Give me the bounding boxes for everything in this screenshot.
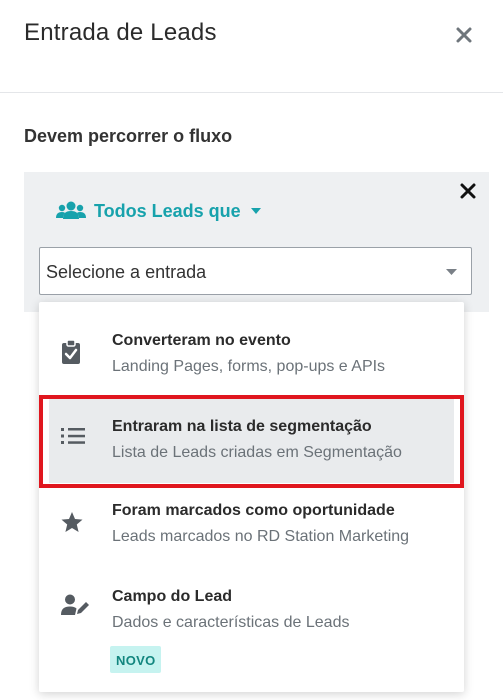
option-subtitle: Lista de Leads criadas em Segmentação xyxy=(112,444,402,461)
entry-select[interactable]: Selecione a entrada xyxy=(39,247,472,295)
option-lead-field[interactable]: Campo do Lead Dados e características de… xyxy=(39,576,464,686)
star-icon xyxy=(61,512,83,532)
option-segmentation-list[interactable]: Entraram na lista de segmentação Lista d… xyxy=(39,402,464,482)
modal-header: Entrada de Leads xyxy=(0,0,503,93)
option-title: Entraram na lista de segmentação xyxy=(112,418,372,435)
leads-filter-dropdown[interactable]: Todos Leads que xyxy=(56,200,261,222)
option-title: Campo do Lead xyxy=(112,588,233,605)
list-icon xyxy=(61,428,85,444)
filter-label: Todos Leads que xyxy=(94,200,241,221)
chevron-down-icon xyxy=(250,207,261,214)
user-edit-icon xyxy=(61,594,89,615)
option-subtitle: Landing Pages, forms, pop-ups e APIs xyxy=(112,358,386,375)
remove-condition-icon[interactable] xyxy=(459,182,477,200)
new-badge: NOVO xyxy=(110,646,162,673)
clipboard-check-icon xyxy=(62,340,80,364)
option-opportunity[interactable]: Foram marcados como oportunidade Leads m… xyxy=(39,490,464,570)
close-icon[interactable] xyxy=(454,25,474,45)
option-subtitle: Leads marcados no RD Station Marketing xyxy=(112,528,410,545)
modal-title: Entrada de Leads xyxy=(24,19,217,46)
select-placeholder: Selecione a entrada xyxy=(46,262,207,282)
chevron-down-icon xyxy=(446,269,457,275)
users-icon xyxy=(56,201,86,219)
option-converted-event[interactable]: Converteram no evento Landing Pages, for… xyxy=(39,320,464,390)
option-subtitle: Dados e características de Leads xyxy=(112,614,350,631)
option-title: Converteram no evento xyxy=(112,332,291,349)
option-title: Foram marcados como oportunidade xyxy=(112,502,395,519)
entry-options-menu: Converteram no evento Landing Pages, for… xyxy=(39,302,464,692)
section-label: Devem percorrer o fluxo xyxy=(24,126,233,146)
